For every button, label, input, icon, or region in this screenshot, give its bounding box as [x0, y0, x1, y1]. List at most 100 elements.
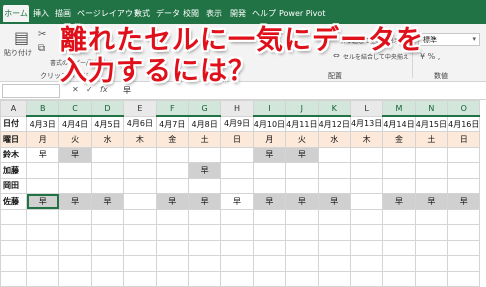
date-cell[interactable]: 4月11日 [285, 115, 319, 132]
weekday-cell[interactable]: 火 [58, 131, 92, 148]
weekday-cell[interactable]: 金 [382, 131, 416, 148]
shift-cell[interactable]: 早 [25, 146, 60, 163]
date-cell[interactable]: 4月3日 [25, 115, 60, 132]
empty-cell[interactable] [187, 239, 222, 256]
shift-cell[interactable] [349, 146, 384, 163]
column-header-a[interactable]: A [0, 100, 27, 117]
shift-cell[interactable] [220, 162, 254, 179]
weekday-cell[interactable]: 日 [220, 131, 254, 148]
shift-cell[interactable] [155, 162, 189, 179]
empty-cell[interactable] [58, 239, 92, 256]
shift-cell[interactable]: 早 [155, 193, 189, 210]
shift-cell[interactable] [90, 162, 125, 179]
weekday-cell[interactable]: 水 [90, 131, 125, 148]
name-box[interactable] [2, 84, 60, 98]
tab-page-layout[interactable]: ページレイアウト [77, 5, 141, 22]
shift-cell[interactable] [155, 177, 189, 194]
column-header-h[interactable]: H [220, 100, 254, 117]
date-cell[interactable]: 4月7日 [155, 115, 189, 132]
weekday-cell[interactable]: 水 [317, 131, 351, 148]
number-format-dropdown[interactable]: 標準 ▾ [418, 33, 480, 46]
tab-home[interactable]: ホーム [3, 5, 29, 22]
shift-cell[interactable]: 早 [252, 146, 287, 163]
empty-cell[interactable] [220, 255, 254, 272]
weekday-cell[interactable]: 土 [414, 131, 449, 148]
weekday-cell[interactable]: 金 [155, 131, 189, 148]
empty-cell[interactable] [0, 270, 27, 287]
empty-cell[interactable] [0, 224, 27, 241]
empty-cell[interactable] [447, 224, 481, 241]
shift-cell[interactable]: 早 [382, 193, 416, 210]
shift-cell[interactable] [317, 177, 351, 194]
shift-cell[interactable]: 早 [317, 193, 351, 210]
empty-cell[interactable] [414, 255, 449, 272]
empty-cell[interactable] [349, 255, 384, 272]
shift-cell[interactable] [414, 146, 449, 163]
shift-cell[interactable]: 早 [447, 193, 481, 210]
shift-cell[interactable]: 早 [25, 193, 60, 210]
shift-cell[interactable] [123, 162, 157, 179]
shift-cell[interactable]: 早 [220, 193, 254, 210]
empty-cell[interactable] [317, 270, 351, 287]
shift-cell[interactable] [187, 177, 222, 194]
shift-cell[interactable] [252, 162, 287, 179]
empty-cell[interactable] [349, 224, 384, 241]
shift-cell[interactable] [382, 177, 416, 194]
empty-cell[interactable] [414, 224, 449, 241]
empty-cell[interactable] [25, 255, 60, 272]
shift-cell[interactable]: 早 [187, 193, 222, 210]
shift-cell[interactable] [220, 177, 254, 194]
empty-cell[interactable] [414, 208, 449, 225]
weekday-cell[interactable]: 木 [349, 131, 384, 148]
empty-cell[interactable] [220, 239, 254, 256]
shift-cell[interactable] [349, 193, 384, 210]
date-cell[interactable]: 4月15日 [414, 115, 449, 132]
shift-cell[interactable] [414, 162, 449, 179]
column-header-k[interactable]: K [317, 100, 351, 117]
column-header-b[interactable]: B [25, 100, 60, 117]
empty-cell[interactable] [252, 208, 287, 225]
column-header-e[interactable]: E [123, 100, 157, 117]
tab-developer[interactable]: 開発 [229, 5, 247, 22]
shift-cell[interactable] [123, 146, 157, 163]
column-header-n[interactable]: N [414, 100, 449, 117]
empty-cell[interactable] [252, 224, 287, 241]
shift-cell[interactable]: 早 [90, 193, 125, 210]
weekday-cell[interactable]: 日 [447, 131, 481, 148]
empty-cell[interactable] [447, 270, 481, 287]
column-header-f[interactable]: F [155, 100, 189, 117]
empty-cell[interactable] [90, 255, 125, 272]
copy-icon[interactable]: ⧉ [38, 44, 45, 54]
empty-cell[interactable] [58, 255, 92, 272]
shift-cell[interactable] [447, 162, 481, 179]
empty-cell[interactable] [252, 239, 287, 256]
shift-cell[interactable] [447, 146, 481, 163]
empty-cell[interactable] [0, 239, 27, 256]
shift-cell[interactable] [317, 146, 351, 163]
weekday-cell[interactable]: 月 [252, 131, 287, 148]
shift-cell[interactable] [58, 162, 92, 179]
empty-cell[interactable] [382, 224, 416, 241]
empty-cell[interactable] [0, 255, 27, 272]
paste-icon[interactable]: ▤ [14, 30, 29, 46]
empty-cell[interactable] [155, 255, 189, 272]
weekday-cell[interactable]: 月 [25, 131, 60, 148]
tab-draw[interactable]: 描画 [55, 5, 71, 22]
shift-cell[interactable] [447, 177, 481, 194]
shift-cell[interactable] [155, 146, 189, 163]
column-header-d[interactable]: D [90, 100, 125, 117]
date-cell[interactable]: 4月10日 [252, 115, 287, 132]
empty-cell[interactable] [447, 255, 481, 272]
shift-cell[interactable] [58, 177, 92, 194]
shift-cell[interactable] [349, 177, 384, 194]
tab-insert[interactable]: 挿入 [33, 5, 49, 22]
empty-cell[interactable] [317, 224, 351, 241]
column-header-c[interactable]: C [58, 100, 92, 117]
date-cell[interactable]: 4月12日 [317, 115, 351, 132]
weekday-cell[interactable]: 火 [285, 131, 319, 148]
shift-cell[interactable]: 早 [414, 193, 449, 210]
empty-cell[interactable] [123, 239, 157, 256]
column-header-j[interactable]: J [285, 100, 319, 117]
shift-cell[interactable] [90, 177, 125, 194]
empty-cell[interactable] [123, 270, 157, 287]
